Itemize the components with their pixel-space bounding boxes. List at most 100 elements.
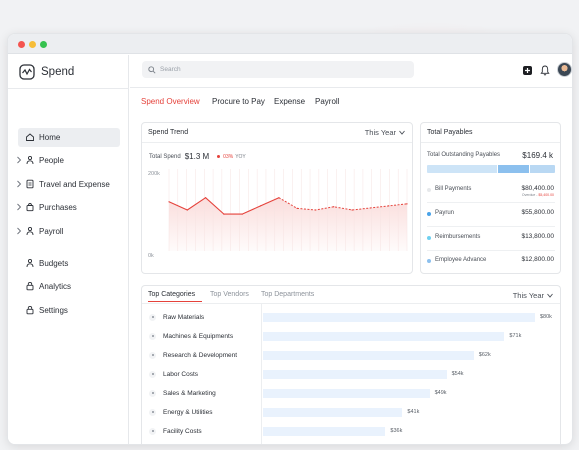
payable-row-bill-payments[interactable]: Bill Payments $80,400.00 Overdue - $5,400.… <box>427 185 554 197</box>
user-avatar[interactable] <box>557 62 572 77</box>
legend-dot-icon <box>427 259 431 263</box>
sidebar-item-label: Payroll <box>39 227 64 236</box>
category-bar[interactable] <box>263 350 474 360</box>
home-icon <box>26 133 34 141</box>
divider <box>427 202 555 203</box>
tab-spend-overview[interactable]: Spend Overview <box>141 97 200 106</box>
chevron-right-icon[interactable] <box>16 227 22 235</box>
payable-label: Employee Advance <box>435 257 487 263</box>
trend-point[interactable] <box>388 205 390 207</box>
total-payables-card: Total Payables Total Outstanding Payable… <box>420 122 561 274</box>
total-spend: Total Spend $1.3 M 03% YOY <box>149 152 246 161</box>
total-spend-label: Total Spend <box>149 153 181 160</box>
payables-stacked-bar <box>427 165 555 173</box>
category-row[interactable]: Research & Development <box>149 349 259 361</box>
category-bullet-icon <box>149 408 156 416</box>
tab-top-departments[interactable]: Top Departments <box>261 291 314 298</box>
category-row[interactable]: Facility Costs <box>149 425 259 437</box>
period-select[interactable]: This Year <box>365 128 405 137</box>
top-categories-card: Top Categories Top Vendors Top Departmen… <box>141 285 561 444</box>
bell-icon[interactable] <box>540 65 550 76</box>
tab-top-vendors[interactable]: Top Vendors <box>210 291 249 298</box>
trend-point[interactable] <box>296 207 298 209</box>
tab-top-categories[interactable]: Top Categories <box>148 291 195 298</box>
category-row[interactable]: Raw Materials <box>149 311 259 323</box>
category-bar[interactable] <box>263 426 386 436</box>
sidebar-item-settings[interactable]: Settings <box>18 301 120 320</box>
category-label: Sales & Marketing <box>163 389 216 397</box>
period-select[interactable]: This Year <box>513 291 553 300</box>
brand[interactable]: Spend <box>19 63 74 81</box>
payable-label: Reimbursements <box>435 234 481 240</box>
category-label: Labor Costs <box>163 370 199 378</box>
search-icon <box>148 65 156 74</box>
sidebar-item-label: Travel and Expense <box>39 180 110 189</box>
card-header: Spend Trend This Year <box>142 123 412 143</box>
trend-point[interactable] <box>186 209 188 211</box>
sidebar-item-analytics[interactable]: Analytics <box>18 277 120 296</box>
category-bullet-icon <box>149 313 156 321</box>
category-bar[interactable] <box>263 312 535 322</box>
bar-value-label: $36k <box>390 427 403 434</box>
trend-point[interactable] <box>333 206 335 208</box>
chevron-right-icon[interactable] <box>16 203 22 211</box>
outstanding-value: $169.4 k <box>522 151 553 160</box>
sidebar-item-payroll[interactable]: Payroll <box>16 222 120 241</box>
tab-expense[interactable]: Expense <box>274 97 305 106</box>
sidebar-item-travel-and-expense[interactable]: Travel and Expense <box>16 175 120 194</box>
chevron-right-icon[interactable] <box>16 156 22 164</box>
category-bar[interactable] <box>263 388 430 398</box>
app-window: Spend Home People Travel and Expense Purcha… <box>7 33 573 445</box>
trend-point[interactable] <box>259 205 262 207</box>
trend-point[interactable] <box>168 201 170 203</box>
sidebar-item-people[interactable]: People <box>16 151 120 170</box>
period-label: This Year <box>364 128 396 137</box>
minimize-window-button[interactable] <box>29 41 36 48</box>
chevron-right-icon[interactable] <box>16 180 22 188</box>
spend-logo-icon <box>19 64 35 80</box>
trend-point[interactable] <box>205 197 207 199</box>
category-row[interactable]: Machines & Equipments <box>149 330 259 342</box>
category-label: Machines & Equipments <box>163 332 234 340</box>
payable-row-employee-advance[interactable]: Employee Advance $12,800.00 <box>427 256 554 268</box>
tab-payroll[interactable]: Payroll <box>315 97 339 106</box>
category-row[interactable]: Sales & Marketing <box>149 387 259 399</box>
maximize-window-button[interactable] <box>40 41 47 48</box>
bar-value-label: $49k <box>434 389 447 396</box>
add-button[interactable] <box>523 66 532 75</box>
overdue-note: Overdue - $5,400.00 <box>522 193 554 197</box>
legend-dot-icon <box>427 212 431 216</box>
category-bar[interactable] <box>263 407 403 417</box>
payable-label: Bill Payments <box>435 186 472 192</box>
total-spend-value: $1.3 M <box>184 152 210 161</box>
sidebar: Spend Home People Travel and Expense Purcha… <box>8 55 129 444</box>
trend-area <box>169 197 407 251</box>
trend-point[interactable] <box>278 197 280 199</box>
search-box[interactable] <box>142 61 414 78</box>
payable-row-payrun[interactable]: Payrun $55,800.00 <box>427 209 554 221</box>
tab-procure-to-pay[interactable]: Procure to Pay <box>212 97 265 106</box>
sidebar-item-label: Home <box>39 133 61 142</box>
bar-value-label: $41k <box>407 408 420 415</box>
sidebar-item-purchases[interactable]: Purchases <box>16 198 120 217</box>
sidebar-item-home[interactable]: Home <box>18 128 120 147</box>
category-bar[interactable] <box>263 331 505 341</box>
trend-point[interactable] <box>406 203 408 205</box>
trend-point[interactable] <box>314 209 317 211</box>
trend-point[interactable] <box>369 207 371 209</box>
bar-value-label: $80k <box>540 313 552 320</box>
sidebar-item-budgets[interactable]: Budgets <box>18 254 120 273</box>
spend-trend-chart: 200k 0k <box>148 169 408 259</box>
search-input[interactable] <box>160 66 400 73</box>
category-row[interactable]: Energy & Utilities <box>149 406 259 418</box>
card-title: Spend Trend <box>148 129 189 136</box>
payable-row-reimbursements[interactable]: Reimbursements $13,800.00 <box>427 233 554 245</box>
close-window-button[interactable] <box>18 41 25 48</box>
payable-label: Payrun <box>435 210 455 216</box>
trend-point[interactable] <box>223 213 225 215</box>
plus-icon <box>525 68 530 73</box>
trend-point[interactable] <box>241 213 243 215</box>
trend-point[interactable] <box>351 209 353 211</box>
category-bar[interactable] <box>263 369 447 379</box>
category-row[interactable]: Labor Costs <box>149 368 259 380</box>
